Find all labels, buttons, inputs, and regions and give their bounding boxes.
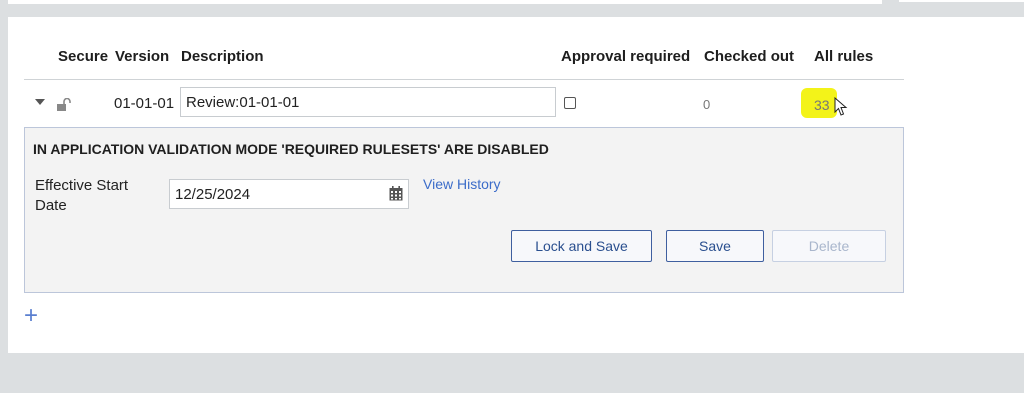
header-checked-out: Checked out: [704, 48, 795, 65]
lock-and-save-button[interactable]: Lock and Save: [511, 230, 652, 262]
top-card-edge: [8, 0, 882, 4]
unlocked-icon[interactable]: [56, 98, 72, 111]
description-input[interactable]: [180, 87, 556, 117]
header-version: Version: [115, 48, 170, 65]
header-divider: [24, 79, 904, 80]
checked-out-count: 0: [703, 97, 711, 112]
effective-start-date-input[interactable]: [169, 179, 409, 209]
header-description: Description: [181, 48, 264, 65]
approval-required-checkbox[interactable]: [564, 97, 576, 109]
add-row-icon[interactable]: +: [24, 304, 38, 328]
all-rules-link[interactable]: 33: [814, 97, 830, 113]
calendar-icon[interactable]: [389, 186, 403, 201]
view-history-link[interactable]: View History: [423, 176, 501, 192]
delete-button[interactable]: Delete: [772, 230, 886, 262]
effective-start-date-label: Effective Start Date: [35, 177, 129, 214]
validation-mode-warning: IN APPLICATION VALIDATION MODE 'REQUIRED…: [33, 141, 549, 157]
save-button[interactable]: Save: [666, 230, 764, 262]
row-version: 01-01-01: [114, 95, 175, 112]
mouse-pointer-icon: [834, 97, 848, 116]
header-secure: Secure: [58, 48, 109, 65]
header-approval-required: Approval required: [561, 48, 691, 65]
header-all-rules: All rules: [814, 48, 874, 65]
expand-collapse-icon[interactable]: [35, 99, 45, 105]
top-right-edge: [899, 0, 1024, 2]
